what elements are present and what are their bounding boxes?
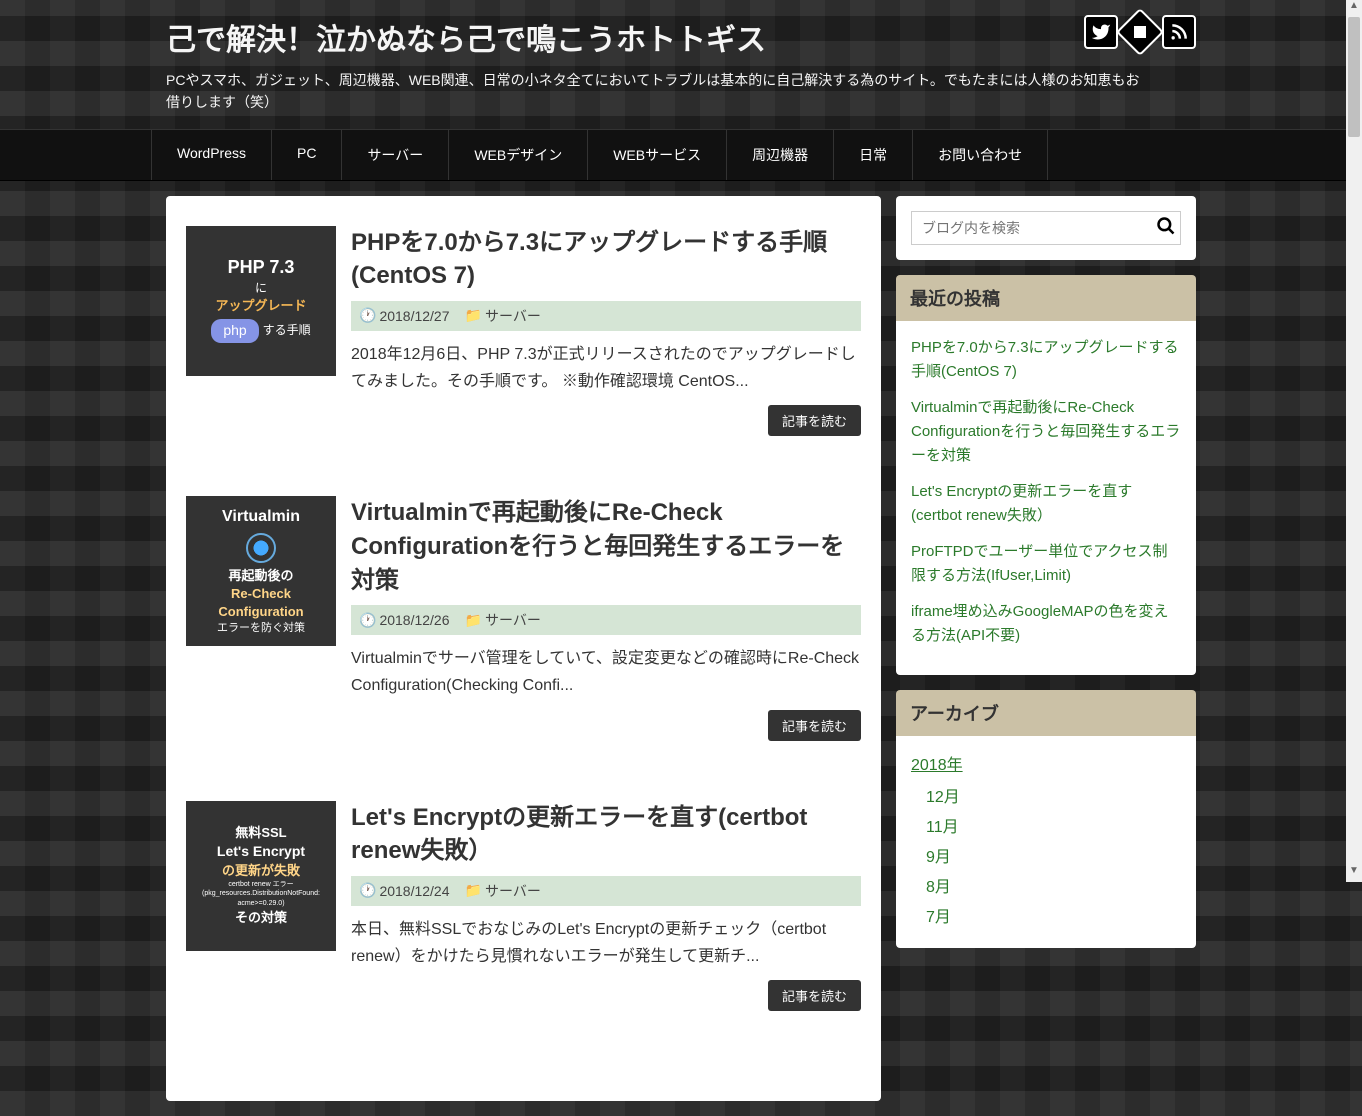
clock-icon: 🕐 [359,882,376,899]
post-title[interactable]: PHPを7.0から7.3にアップグレードする手順(CentOS 7) [351,226,861,293]
sidebar: 最近の投稿 PHPを7.0から7.3にアップグレードする手順(CentOS 7)… [896,196,1196,1101]
nav-item-pc[interactable]: PC [272,130,342,180]
nav-item-server[interactable]: サーバー [342,130,449,180]
read-more-button[interactable]: 記事を読む [768,405,861,436]
nav-item-daily[interactable]: 日常 [834,130,913,180]
nav-item-webdesign[interactable]: WEBデザイン [449,130,588,180]
post-excerpt: Virtualminでサーバ管理をしていて、設定変更などの確認時にRe-Chec… [351,645,861,699]
search-widget [896,196,1196,260]
clock-icon: 🕐 [359,612,376,629]
recent-post-link[interactable]: Virtualminで再起動後にRe-Check Configurationを行… [911,396,1181,468]
post-title[interactable]: Virtualminで再起動後にRe-Check Configurationを行… [351,496,861,597]
search-input[interactable] [911,211,1181,245]
recent-post-link[interactable]: iframe埋め込みGoogleMAPの色を変える方法(API不要) [911,600,1181,648]
post-excerpt: 2018年12月6日、PHP 7.3が正式リリースされたのでアップグレードしてみ… [351,341,861,395]
search-icon [1156,216,1176,236]
recent-posts-widget: 最近の投稿 PHPを7.0から7.3にアップグレードする手順(CentOS 7)… [896,275,1196,675]
read-more-button[interactable]: 記事を読む [768,710,861,741]
post-excerpt: 本日、無料SSLでおなじみのLet's Encryptの更新チェック（certb… [351,916,861,970]
search-button[interactable] [1156,216,1176,241]
widget-title: 最近の投稿 [896,275,1196,321]
post-thumbnail[interactable]: PHP 7.3 に アップグレード phpする手順 [186,226,336,376]
nav-item-webservice[interactable]: WEBサービス [588,130,727,180]
nav-item-peripheral[interactable]: 周辺機器 [727,130,834,180]
recent-post-link[interactable]: PHPを7.0から7.3にアップグレードする手順(CentOS 7) [911,336,1181,384]
post-date: 🕐2018/12/24 [359,882,450,899]
archive-month-link[interactable]: 11月 [926,813,1181,837]
main-content: PHP 7.3 に アップグレード phpする手順 PHPを7.0から7.3にア… [166,196,881,1101]
post-category[interactable]: 📁サーバー [465,306,541,326]
twitter-icon[interactable] [1084,15,1118,49]
post-meta: 🕐2018/12/26 📁サーバー [351,605,861,635]
post-title[interactable]: Let's Encryptの更新エラーを直す(certbot renew失敗） [351,801,861,868]
archive-month-link[interactable]: 12月 [926,783,1181,807]
main-nav: WordPress PC サーバー WEBデザイン WEBサービス 周辺機器 日… [0,129,1362,181]
archive-widget: アーカイブ 2018年 12月 11月 9月 8月 7月 [896,690,1196,948]
post-thumbnail[interactable]: 無料SSL Let's Encrypt の更新が失敗 certbot renew… [186,801,336,951]
post-thumbnail[interactable]: Virtualmin 再起動後の Re-Check Configuration … [186,496,336,646]
folder-icon: 📁 [465,307,482,324]
post-meta: 🕐2018/12/27 📁サーバー [351,301,861,331]
archive-month-link[interactable]: 8月 [926,873,1181,897]
post-meta: 🕐2018/12/24 📁サーバー [351,876,861,906]
post-item: Virtualmin 再起動後の Re-Check Configuration … [186,496,861,740]
rss-icon[interactable] [1162,15,1196,49]
scroll-up-arrow[interactable]: ▲ [1346,0,1362,17]
site-header: 己で解決！泣かぬなら己で鳴こうホトトギス PCやスマホ、ガジェット、周辺機器、W… [0,0,1362,114]
hatena-icon[interactable] [1116,8,1164,56]
post-category[interactable]: 📁サーバー [465,881,541,901]
virtualmin-icon [246,533,276,563]
archive-year-link[interactable]: 2018年 [911,751,1181,775]
clock-icon: 🕐 [359,307,376,324]
recent-post-link[interactable]: ProFTPDでユーザー単位でアクセス制限する方法(IfUser,Limit) [911,540,1181,588]
archive-month-link[interactable]: 7月 [926,903,1181,927]
folder-icon: 📁 [465,612,482,629]
archive-month-link[interactable]: 9月 [926,843,1181,867]
site-description: PCやスマホ、ガジェット、周辺機器、WEB関連、日常の小ネタ全てにおいてトラブル… [166,69,1146,114]
post-date: 🕐2018/12/26 [359,612,450,629]
scrollbar-thumb[interactable] [1348,17,1360,137]
read-more-button[interactable]: 記事を読む [768,980,861,1011]
nav-item-wordpress[interactable]: WordPress [151,130,272,180]
post-category[interactable]: 📁サーバー [465,610,541,630]
widget-title: アーカイブ [896,690,1196,736]
post-item: 無料SSL Let's Encrypt の更新が失敗 certbot renew… [186,801,861,1012]
folder-icon: 📁 [465,882,482,899]
post-item: PHP 7.3 に アップグレード phpする手順 PHPを7.0から7.3にア… [186,226,861,437]
site-title[interactable]: 己で解決！泣かぬなら己で鳴こうホトトギス [166,15,1196,59]
scroll-down-arrow[interactable]: ▼ [1346,865,1362,882]
recent-post-link[interactable]: Let's Encryptの更新エラーを直す(certbot renew失敗） [911,480,1181,528]
post-date: 🕐2018/12/27 [359,307,450,324]
nav-item-contact[interactable]: お問い合わせ [913,130,1048,180]
social-icons [1084,15,1196,49]
scrollbar[interactable]: ▲ ▼ [1346,0,1362,882]
